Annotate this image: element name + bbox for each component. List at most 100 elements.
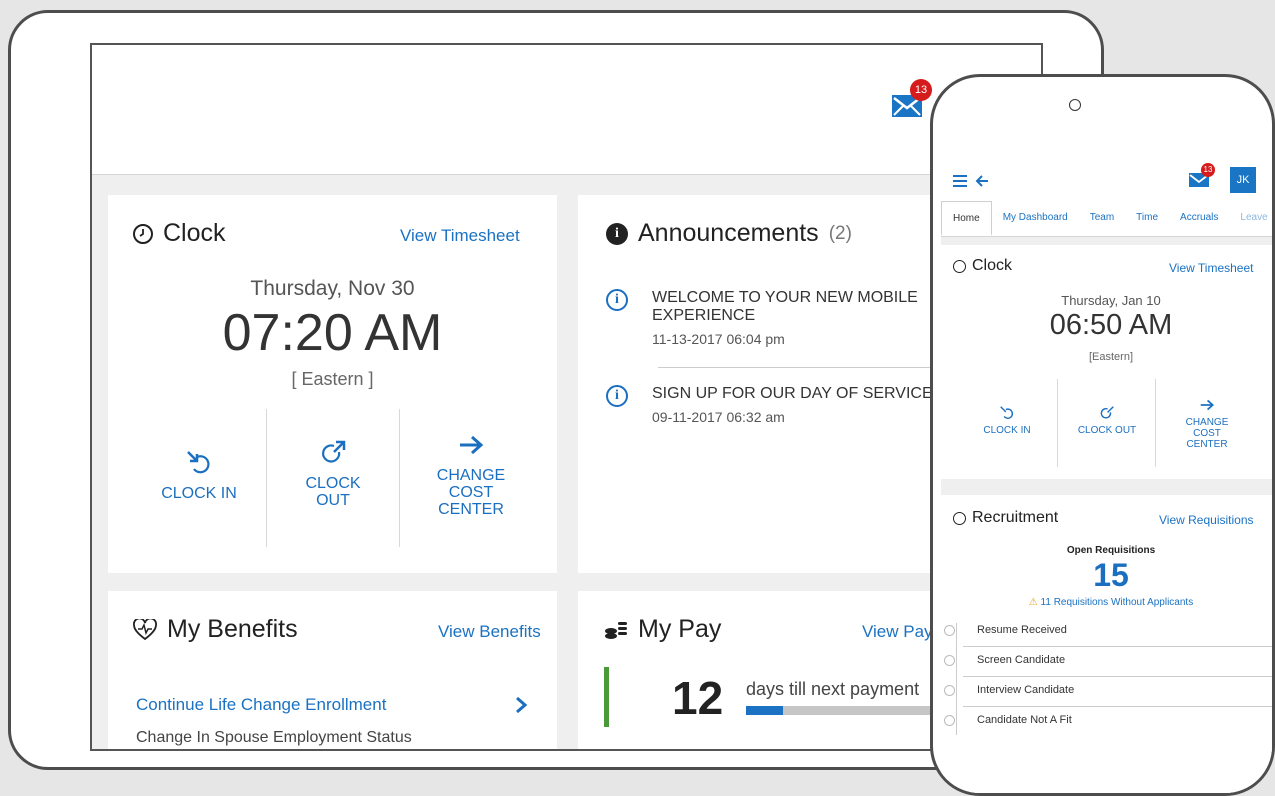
pay-progress-fill (746, 706, 783, 715)
pay-days-count: 12 (672, 672, 724, 724)
tab-leave[interactable]: Leave (1229, 201, 1272, 236)
user-circle-icon (953, 511, 966, 525)
phone-clock-title: Clock (972, 257, 1013, 274)
tab-team[interactable]: Team (1079, 201, 1125, 236)
pay-accent-bar (604, 667, 609, 727)
open-requisitions-count[interactable]: 15 (941, 557, 1272, 594)
phone-clock-timezone: [Eastern] (1088, 351, 1134, 363)
list-item-label: Screen Candidate (977, 654, 1066, 666)
clock-in-label: CLOCK IN (161, 485, 237, 502)
heart-pulse-icon (133, 618, 157, 640)
camera-icon (1069, 99, 1081, 111)
list-item[interactable]: Candidate Not A Fit 0 (944, 707, 1272, 737)
pay-days-label: days till next payment (746, 679, 920, 699)
info-filled-icon: i (606, 222, 628, 245)
mail-count-badge: 13 (910, 79, 932, 101)
phone-change-label-1: CHANGE (1185, 417, 1229, 428)
phone-mail-button[interactable]: 13 (1189, 163, 1215, 187)
back-arrow-icon[interactable] (975, 174, 989, 188)
arrow-right-icon (460, 435, 484, 455)
phone-mail-badge: 13 (1201, 163, 1215, 177)
announcement-title: WELCOME TO YOUR NEW MOBILE (652, 289, 918, 306)
phone-header: 13 JK (941, 157, 1272, 201)
phone-change-cost-center-button[interactable]: CHANGE COST CENTER (1157, 397, 1257, 450)
change-label-2: COST (448, 484, 494, 501)
clock-icon (953, 259, 966, 273)
chevron-right-icon[interactable] (514, 695, 528, 715)
clock-date: Thursday, Nov 30 (250, 277, 415, 300)
info-icon: i (606, 385, 628, 407)
tablet-screen: 13 Clock View Timesheet Thursday, Nov 30… (90, 43, 1043, 751)
phone-view-timesheet-link[interactable]: View Timesheet (1169, 261, 1254, 275)
list-item-label: Interview Candidate (977, 684, 1075, 696)
announcements-title: Announcements (638, 219, 819, 247)
announcement-date: 09-11-2017 06:32 am (652, 409, 785, 425)
view-pay-link[interactable]: View Pay (862, 622, 933, 642)
avatar[interactable]: JK (1230, 167, 1256, 193)
clock-timezone: [ Eastern ] (291, 369, 374, 389)
phone-change-label-2: COST (1193, 428, 1221, 439)
clock-out-icon (322, 440, 346, 463)
tab-my-dashboard[interactable]: My Dashboard (992, 201, 1079, 236)
list-item[interactable]: Screen Candidate 0 (944, 647, 1272, 677)
open-requisitions-label: Open Requisitions (1066, 545, 1156, 556)
clock-in-icon (187, 451, 210, 474)
pay-title: My Pay (638, 615, 722, 643)
phone-device: 13 JK Home My Dashboard Team Time Accrua… (930, 74, 1275, 796)
tab-time[interactable]: Time (1125, 201, 1169, 236)
list-item[interactable]: Interview Candidate 0 (944, 677, 1272, 707)
tab-home[interactable]: Home (941, 201, 992, 236)
announcements-count: (2) (828, 222, 852, 244)
announcement-date: 11-13-2017 06:04 pm (652, 331, 785, 347)
phone-clock-card: Clock View Timesheet Thursday, Jan 10 06… (941, 245, 1272, 479)
tab-accruals[interactable]: Accruals (1169, 201, 1229, 236)
announcement-title: SIGN UP FOR OUR DAY OF SERVICE! (652, 385, 938, 402)
phone-change-label-3: CENTER (1186, 439, 1228, 450)
announcement-item[interactable]: i SIGN UP FOR OUR DAY OF SERVICE! 09-11-… (606, 385, 937, 425)
change-label-3: CENTER (438, 501, 504, 518)
phone-clock-date: Thursday, Jan 10 (1061, 293, 1161, 308)
view-timesheet-link[interactable]: View Timesheet (400, 226, 520, 246)
phone-clock-out-button[interactable]: CLOCK OUT (1059, 405, 1155, 436)
announcement-title-cont: EXPERIENCE (652, 307, 756, 324)
coins-icon (605, 621, 627, 639)
clock-time: 07:20 AM (222, 304, 443, 362)
announcement-item[interactable]: i WELCOME TO YOUR NEW MOBILE EXPERIENCE … (606, 289, 918, 347)
clock-out-label-1: CLOCK (305, 475, 361, 492)
clock-out-label-2: OUT (316, 492, 350, 509)
clock-title: Clock (163, 219, 226, 247)
clock-in-icon (1000, 406, 1014, 419)
benefits-title: My Benefits (167, 615, 298, 643)
change-cost-center-button[interactable]: CHANGE COST CENTER (401, 431, 541, 518)
requisitions-warning[interactable]: ⚠ 11 Requisitions Without Applicants (941, 597, 1272, 608)
clock-card: Clock View Timesheet Thursday, Nov 30 07… (108, 195, 557, 573)
clock-out-button[interactable]: CLOCK OUT (268, 439, 398, 509)
life-change-link[interactable]: Continue Life Change Enrollment (136, 695, 386, 715)
phone-tab-bar: Home My Dashboard Team Time Accruals Lea… (941, 201, 1272, 237)
tablet-header: 13 (92, 45, 1041, 175)
benefits-item-desc: Change In Spouse Employment Status (136, 729, 412, 746)
phone-clock-out-label: CLOCK OUT (1077, 425, 1137, 436)
phone-clock-in-label: CLOCK IN (983, 425, 1031, 436)
requisitions-warning-text: 11 Requisitions Without Applicants (1040, 597, 1194, 608)
phone-screen: 13 JK Home My Dashboard Team Time Accrua… (941, 157, 1272, 793)
view-requisitions-link[interactable]: View Requisitions (1159, 513, 1254, 527)
list-item[interactable]: Resume Received 0 (944, 617, 1272, 647)
view-benefits-link[interactable]: View Benefits (438, 622, 541, 642)
mail-button[interactable]: 13 (892, 79, 932, 119)
hamburger-menu-icon[interactable] (953, 174, 967, 188)
phone-recruitment-card: Recruitment View Requisitions Open Requi… (941, 495, 1272, 793)
clock-out-icon (1100, 406, 1114, 419)
arrow-right-icon (1200, 399, 1215, 411)
list-item-label: Candidate Not A Fit (977, 714, 1072, 726)
recruitment-title: Recruitment (972, 509, 1059, 526)
warning-icon: ⚠ (1028, 597, 1038, 608)
change-label-1: CHANGE (436, 467, 506, 484)
info-icon: i (606, 289, 628, 311)
clock-icon (133, 223, 153, 244)
phone-clock-time: 06:50 AM (1049, 309, 1173, 341)
benefits-card: My Benefits View Benefits Continue Life … (108, 591, 557, 749)
list-item-label: Resume Received (977, 624, 1067, 636)
phone-clock-in-button[interactable]: CLOCK IN (957, 405, 1057, 436)
clock-in-button[interactable]: CLOCK IN (132, 449, 266, 502)
